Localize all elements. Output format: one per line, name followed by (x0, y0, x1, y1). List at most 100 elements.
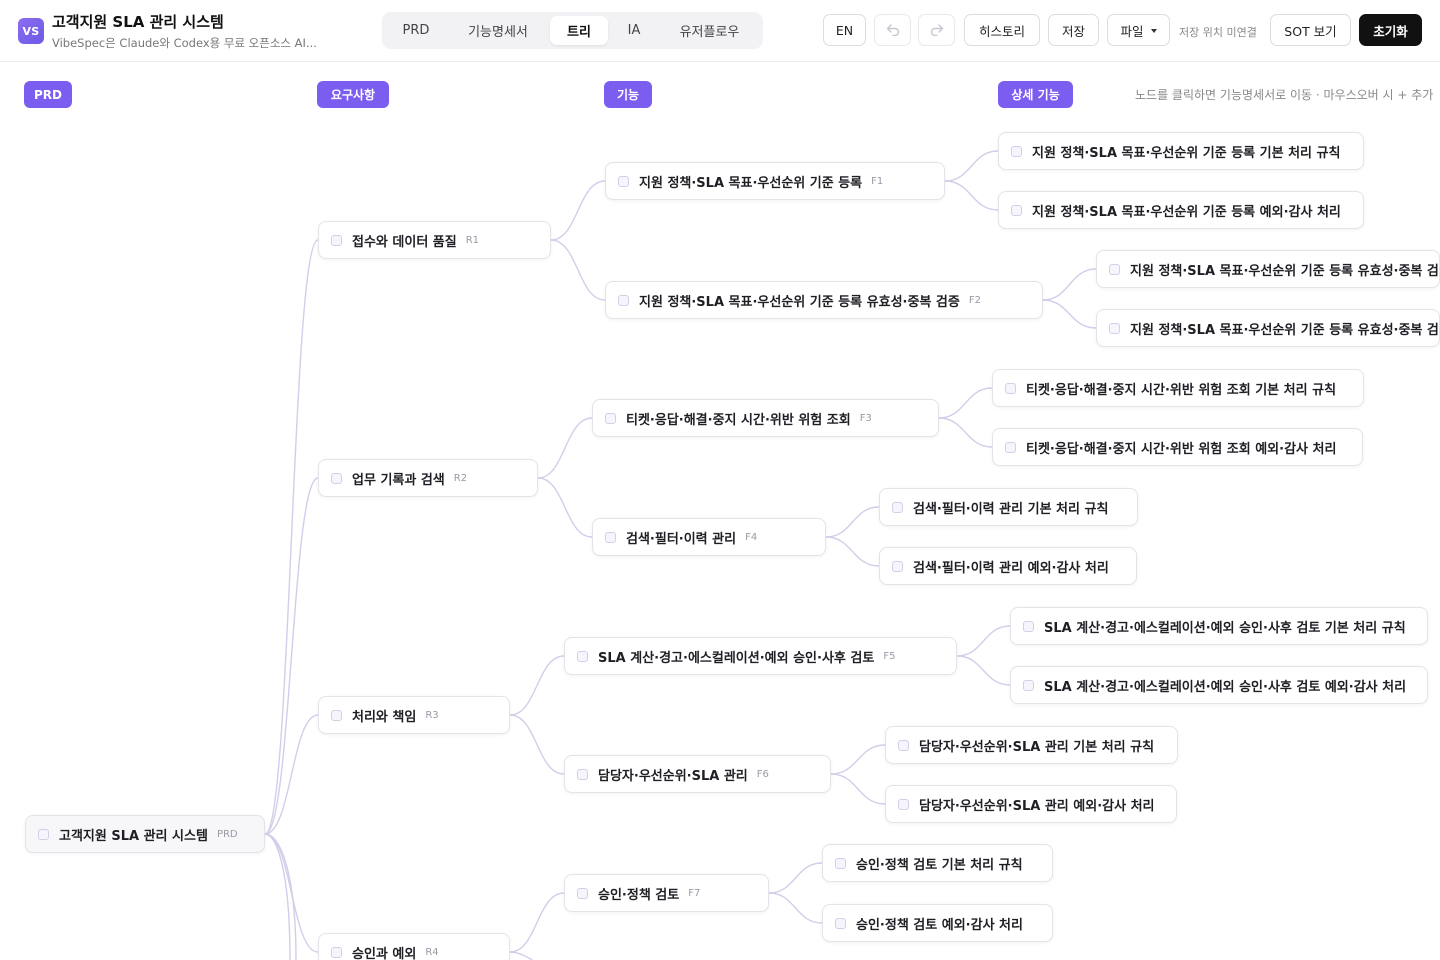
tree-node-detail[interactable]: 티켓·응답·해결·중지 시간·위반 위험 조회 기본 처리 규칙 (992, 369, 1364, 407)
tab-function-spec[interactable]: 기능명세서 (450, 16, 546, 45)
file-menu-label: 파일 (1120, 23, 1144, 39)
node-checkbox[interactable] (605, 531, 616, 543)
node-checkbox[interactable] (1109, 263, 1120, 275)
tree-edge (264, 714, 319, 835)
history-button[interactable]: 히스토리 (964, 14, 1040, 46)
node-label: 지원 정책·SLA 목표·우선순위 기준 등록 기본 처리 규칙 (1032, 145, 1341, 161)
tree-node-detail[interactable]: SLA 계산·경고·에스컬레이션·예외 승인·사후 검토 기본 처리 규칙 (1010, 607, 1428, 645)
node-checkbox[interactable] (38, 828, 49, 840)
tree-node-detail[interactable]: 승인·정책 검토 예외·감사 처리 (822, 904, 1053, 942)
node-label: 승인·정책 검토 (598, 887, 680, 903)
node-checkbox[interactable] (331, 946, 342, 958)
node-label: 티켓·응답·해결·중지 시간·위반 위험 조회 예외·감사 처리 (1026, 441, 1337, 457)
node-label: 담당자·우선순위·SLA 관리 (598, 768, 748, 784)
tree-node-feature[interactable]: 지원 정책·SLA 목표·우선순위 기준 등록 F1 (605, 162, 945, 200)
tree-edge (956, 655, 1011, 686)
node-label: 티켓·응답·해결·중지 시간·위반 위험 조회 기본 처리 규칙 (1026, 382, 1337, 398)
node-checkbox[interactable] (1023, 620, 1034, 632)
node-checkbox[interactable] (1109, 322, 1120, 334)
undo-button[interactable] (874, 14, 911, 46)
save-button[interactable]: 저장 (1048, 14, 1099, 46)
node-checkbox[interactable] (331, 709, 342, 721)
node-checkbox[interactable] (577, 887, 588, 899)
node-checkbox[interactable] (331, 234, 342, 246)
tree-node-feature[interactable]: 티켓·응답·해결·중지 시간·위반 위험 조회 F3 (592, 399, 939, 437)
tab-user-flow[interactable]: 유저플로우 (660, 16, 759, 45)
tree-node-feature[interactable]: 지원 정책·SLA 목표·우선순위 기준 등록 유효성·중복 검증 F2 (605, 281, 1043, 319)
tree-edge (1042, 268, 1097, 301)
app-title: 고객지원 SLA 관리 시스템 (52, 13, 224, 31)
tree-node-requirement[interactable]: 승인과 예외 R4 (318, 933, 510, 960)
tree-node-detail[interactable]: 검색·필터·이력 관리 기본 처리 규칙 (879, 488, 1138, 526)
tree-node-detail[interactable]: 승인·정책 검토 기본 처리 규칙 (822, 844, 1053, 882)
node-label: 지원 정책·SLA 목표·우선순위 기준 등록 예외·감사 처리 (1032, 204, 1341, 220)
tab-tree[interactable]: 트리 (550, 16, 608, 45)
node-checkbox[interactable] (618, 175, 629, 187)
tree-node-detail[interactable]: 지원 정책·SLA 목표·우선순위 기준 등록 예외·감사 처리 (998, 191, 1364, 229)
view-sot-button[interactable]: SOT 보기 (1270, 14, 1351, 46)
tree-edge (264, 833, 319, 953)
app-subtitle: VibeSpec은 Claude와 Codex용 무료 오픈소스 AI... (52, 36, 317, 50)
tab-ia[interactable]: IA (612, 16, 656, 45)
tree-node-detail[interactable]: 지원 정책·SLA 목표·우선순위 기준 등록 유효성·중복 검증 기본 처리 … (1096, 250, 1440, 288)
file-menu-button[interactable]: 파일 (1107, 14, 1170, 46)
view-tabs: PRD 기능명세서 트리 IA 유저플로우 (382, 12, 763, 49)
node-label: 지원 정책·SLA 목표·우선순위 기준 등록 유효성·중복 검증 예외·감사 … (1130, 322, 1439, 338)
language-button[interactable]: EN (823, 14, 866, 46)
tree-node-feature[interactable]: 담당자·우선순위·SLA 관리 F6 (564, 755, 831, 793)
column-header-prd: PRD (24, 81, 72, 108)
tree-node-requirement[interactable]: 처리와 책임 R3 (318, 696, 510, 734)
tree-node-detail[interactable]: 지원 정책·SLA 목표·우선순위 기준 등록 유효성·중복 검증 예외·감사 … (1096, 309, 1440, 347)
tree-node-feature[interactable]: SLA 계산·경고·에스컬레이션·예외 승인·사후 검토 F5 (564, 637, 957, 675)
tree-node-prd[interactable]: 고객지원 SLA 관리 시스템 PRD (25, 815, 265, 853)
tree-node-detail[interactable]: 담당자·우선순위·SLA 관리 예외·감사 처리 (885, 785, 1177, 823)
tree-node-feature[interactable]: 검색·필터·이력 관리 F4 (592, 518, 826, 556)
node-checkbox[interactable] (892, 501, 903, 513)
node-checkbox[interactable] (1023, 679, 1034, 691)
tree-edge (944, 150, 999, 182)
node-checkbox[interactable] (577, 768, 588, 780)
node-code: F7 (688, 887, 701, 899)
node-checkbox[interactable] (1011, 204, 1022, 216)
reset-button[interactable]: 초기화 (1359, 14, 1422, 46)
node-label: 업무 기록과 검색 (352, 472, 445, 488)
node-checkbox[interactable] (898, 739, 909, 751)
node-checkbox[interactable] (835, 917, 846, 929)
node-label: 처리와 책임 (352, 709, 417, 725)
node-checkbox[interactable] (892, 560, 903, 572)
tree-edge (537, 417, 593, 479)
tree-node-detail[interactable]: SLA 계산·경고·에스컬레이션·예외 승인·사후 검토 예외·감사 처리 (1010, 666, 1428, 704)
tree-edge (825, 536, 880, 567)
node-code: F5 (883, 650, 896, 662)
tab-prd[interactable]: PRD (386, 16, 446, 45)
tree-node-requirement[interactable]: 접수와 데이터 품질 R1 (318, 221, 551, 259)
redo-button[interactable] (918, 14, 955, 46)
node-checkbox[interactable] (605, 412, 616, 424)
tree-node-feature[interactable]: 승인·정책 검토 F7 (564, 874, 769, 912)
node-code: F6 (756, 768, 769, 780)
tree-node-requirement[interactable]: 업무 기록과 검색 R2 (318, 459, 538, 497)
tree-edge (1042, 299, 1097, 329)
node-code: PRD (216, 828, 238, 840)
app-logo[interactable]: VS (18, 18, 44, 44)
tree-edge (944, 180, 999, 211)
node-checkbox[interactable] (1005, 382, 1016, 394)
tree-node-detail[interactable]: 담당자·우선순위·SLA 관리 기본 처리 규칙 (885, 726, 1178, 764)
column-header-detail-features: 상세 기능 (998, 81, 1073, 108)
node-checkbox[interactable] (898, 798, 909, 810)
node-checkbox[interactable] (1005, 441, 1016, 453)
node-label: SLA 계산·경고·에스컬레이션·예외 승인·사후 검토 예외·감사 처리 (1044, 679, 1407, 695)
node-checkbox[interactable] (618, 294, 629, 306)
node-checkbox[interactable] (331, 472, 342, 484)
tree-node-detail[interactable]: 티켓·응답·해결·중지 시간·위반 위험 조회 예외·감사 처리 (992, 428, 1363, 466)
node-label: 담당자·우선순위·SLA 관리 예외·감사 처리 (919, 798, 1155, 814)
save-location-status: 저장 위치 미연결 (1179, 26, 1257, 39)
node-checkbox[interactable] (835, 857, 846, 869)
tree-edge (830, 744, 886, 775)
tree-node-detail[interactable]: 검색·필터·이력 관리 예외·감사 처리 (879, 547, 1137, 585)
node-checkbox[interactable] (1011, 145, 1022, 157)
tree-edge (768, 892, 823, 924)
tree-edge (938, 387, 993, 419)
tree-node-detail[interactable]: 지원 정책·SLA 목표·우선순위 기준 등록 기본 처리 규칙 (998, 132, 1364, 170)
node-checkbox[interactable] (577, 650, 588, 662)
